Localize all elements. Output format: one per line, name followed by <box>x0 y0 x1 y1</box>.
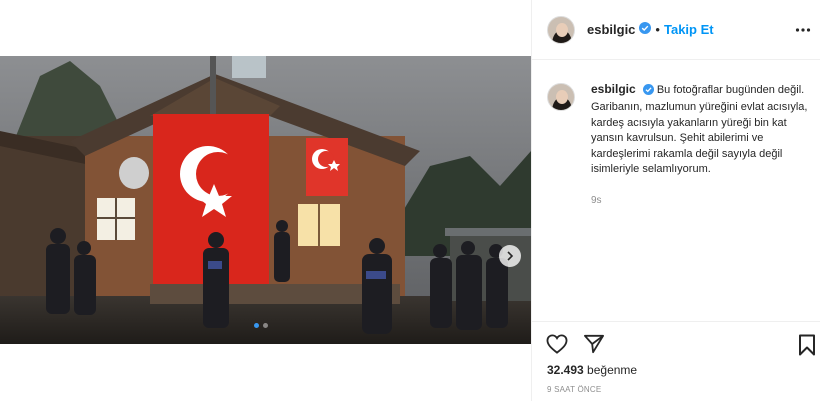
paper-plane-icon[interactable] <box>583 334 605 359</box>
heart-icon[interactable] <box>546 334 568 359</box>
carousel-dots <box>254 323 268 328</box>
username[interactable]: esbilgic <box>587 22 635 37</box>
post-header: esbilgic • Takip Et <box>532 0 820 60</box>
caption-body: esbilgic Bu fotoğraflar bugünden değil. … <box>591 82 809 177</box>
likes-number: 32.493 <box>547 363 584 377</box>
avatar-image <box>548 16 574 43</box>
more-options-icon[interactable] <box>795 22 811 43</box>
post-side-pane: esbilgic • Takip Et esbilgic Bu fotoğraf… <box>531 0 820 401</box>
caption-text: Bu fotoğraflar bugünden değil. Garibanın… <box>591 84 808 176</box>
chevron-right-icon <box>507 251 514 261</box>
avatar[interactable] <box>547 15 575 44</box>
post-photo[interactable] <box>0 56 531 344</box>
post-timestamp: 9 SAAT ÖNCE <box>547 385 602 394</box>
next-slide-button[interactable] <box>499 245 521 267</box>
media-pane <box>0 0 531 401</box>
caption-timestamp: 9s <box>591 195 602 206</box>
carousel-dot-active <box>254 323 259 328</box>
likes-count[interactable]: 32.493 beğenme <box>547 363 637 377</box>
separator-dot: • <box>655 22 660 37</box>
caption-avatar[interactable] <box>547 83 575 111</box>
follow-button[interactable]: Takip Et <box>664 22 714 37</box>
verified-badge-icon <box>639 21 652 39</box>
verified-badge-icon <box>642 84 654 100</box>
carousel-dot <box>263 323 268 328</box>
caption: esbilgic Bu fotoğraflar bugünden değil. … <box>547 82 809 177</box>
action-bar: 32.493 beğenme 9 SAAT ÖNCE <box>532 321 820 401</box>
avatar-image <box>548 84 574 110</box>
photo-scene <box>0 56 531 344</box>
bookmark-icon[interactable] <box>798 334 816 361</box>
likes-label: beğenme <box>587 363 638 377</box>
caption-username[interactable]: esbilgic <box>591 82 636 96</box>
